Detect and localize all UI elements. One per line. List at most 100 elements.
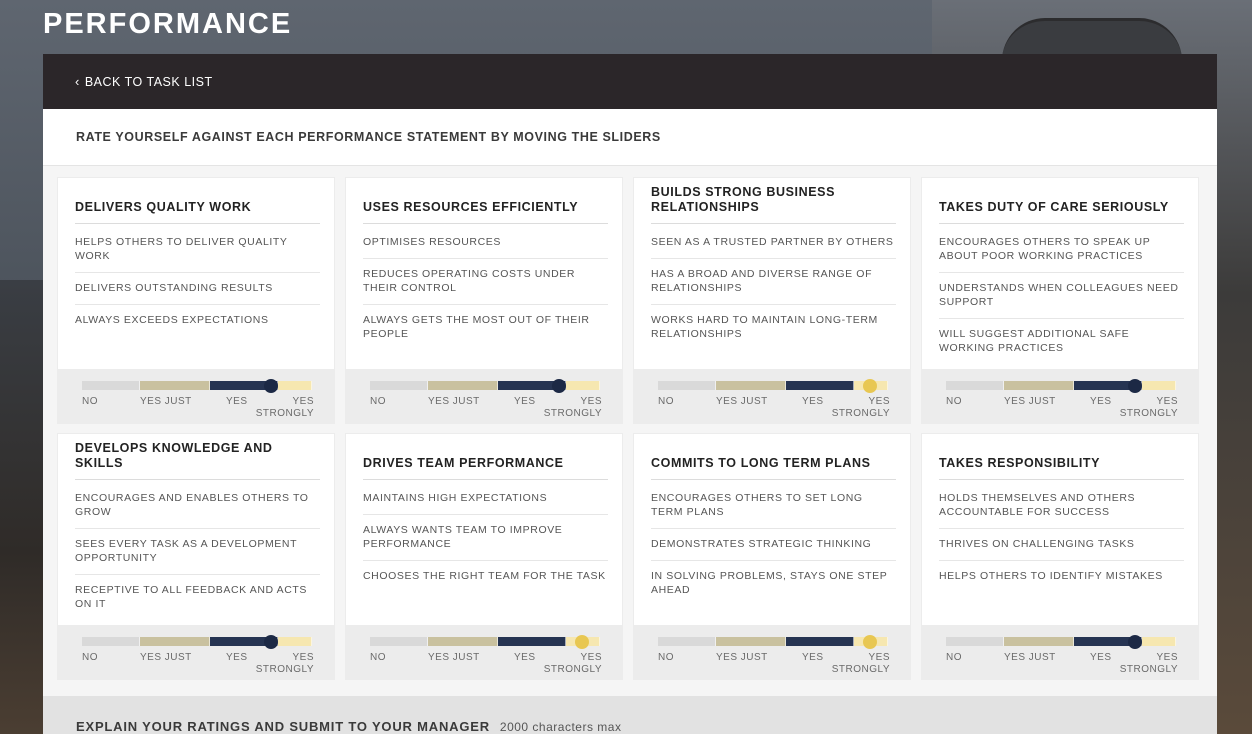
scale-label-yes-just: YES JUST [716, 396, 768, 407]
slider-track[interactable] [370, 637, 600, 646]
card-header: TAKES RESPONSIBILITY [939, 434, 1184, 480]
scale-label-yes-just: YES JUST [1004, 396, 1056, 407]
statement-item: THRIVES ON CHALLENGING TASKS [939, 537, 1184, 561]
slider-thumb[interactable] [1127, 379, 1142, 393]
slider-thumb[interactable] [1127, 635, 1142, 649]
scale-label-no: NO [82, 396, 98, 407]
slider-thumb[interactable] [263, 635, 278, 649]
slider-segment-no [946, 637, 1004, 646]
statement-list: MAINTAINS HIGH EXPECTATIONS ALWAYS WANTS … [363, 491, 608, 600]
scale-label-yes-strongly: YES STRONGLY [832, 396, 890, 420]
rating-card: DEVELOPS KNOWLEDGE AND SKILLS ENCOURAGES … [58, 434, 334, 679]
card-title: DRIVES TEAM PERFORMANCE [363, 456, 564, 470]
instructions-text: RATE YOURSELF AGAINST EACH PERFORMANCE S… [43, 109, 1217, 166]
scale-label-yes-strongly-line2: STRONGLY [255, 664, 314, 675]
slider-thumb[interactable] [574, 635, 589, 649]
slider-segment-no [82, 381, 140, 390]
scale-label-yes-strongly-line2: STRONGLY [255, 408, 314, 419]
slider-thumb[interactable] [263, 379, 278, 393]
statement-item: ENCOURAGES OTHERS TO SET LONG TERM PLANS [651, 491, 896, 529]
scale-label-no: NO [82, 652, 98, 663]
rating-slider[interactable]: NO YES JUST YES YES STRONGLY [58, 625, 334, 679]
scale-label-yes-just: YES JUST [140, 652, 192, 663]
rating-card: COMMITS TO LONG TERM PLANS ENCOURAGES OTH… [634, 434, 910, 679]
slider-track[interactable] [658, 381, 888, 390]
performance-panel: ‹ BACK TO TASK LIST RATE YOURSELF AGAINS… [43, 54, 1217, 734]
scale-label-yes: YES [1090, 396, 1112, 407]
slider-segment-just [716, 381, 786, 390]
scale-label-no: NO [370, 396, 386, 407]
scale-label-no: NO [658, 396, 674, 407]
slider-segment-no [658, 381, 716, 390]
rating-slider[interactable]: NO YES JUST YES YES STRONGLY [922, 625, 1198, 679]
slider-thumb[interactable] [862, 635, 877, 649]
submit-section-title: EXPLAIN YOUR RATINGS AND SUBMIT TO YOUR … [76, 719, 490, 734]
card-header: DELIVERS QUALITY WORK [75, 178, 320, 224]
card-header: USES RESOURCES EFFICIENTLY [363, 178, 608, 224]
slider-segment-just [1004, 381, 1074, 390]
card-header: BUILDS STRONG BUSINESS RELATIONSHIPS [651, 178, 896, 224]
scale-label-yes-strongly-line1: YES [868, 396, 890, 407]
slider-thumb[interactable] [551, 379, 566, 393]
scale-label-yes-strongly-line2: STRONGLY [831, 408, 890, 419]
statement-item: HAS A BROAD AND DIVERSE RANGE OF RELATIO… [651, 267, 896, 305]
statement-item: REDUCES OPERATING COSTS UNDER THEIR CONT… [363, 267, 608, 305]
slider-segment-strong [278, 381, 312, 390]
slider-segment-strong [278, 637, 312, 646]
scale-label-yes-strongly-line1: YES [292, 396, 314, 407]
scale-label-yes-strongly-line2: STRONGLY [543, 664, 602, 675]
scale-label-yes-strongly: YES STRONGLY [544, 652, 602, 676]
character-limit-hint: 2000 characters max [499, 720, 622, 734]
card-title: BUILDS STRONG BUSINESS RELATIONSHIPS [651, 185, 836, 214]
slider-thumb[interactable] [862, 379, 877, 393]
scale-label-yes-strongly-line2: STRONGLY [543, 408, 602, 419]
rating-slider[interactable]: NO YES JUST YES YES STRONGLY [58, 369, 334, 423]
scale-label-yes-just: YES JUST [428, 652, 480, 663]
scale-label-yes-just: YES JUST [716, 652, 768, 663]
scale-label-no: NO [946, 396, 962, 407]
scale-label-yes: YES [514, 396, 536, 407]
scale-label-yes-strongly-line1: YES [580, 652, 602, 663]
slider-segment-yes [786, 381, 854, 390]
background-left-structure [0, 280, 44, 734]
rating-slider[interactable]: NO YES JUST YES YES STRONGLY [634, 369, 910, 423]
slider-segment-just [140, 637, 210, 646]
scale-label-yes-strongly-line2: STRONGLY [831, 664, 890, 675]
statement-item: SEEN AS A TRUSTED PARTNER BY OTHERS [651, 235, 896, 259]
statement-item: DELIVERS OUTSTANDING RESULTS [75, 281, 320, 305]
statement-list: HOLDS THEMSELVES AND OTHERS ACCOUNTABLE … [939, 491, 1184, 600]
submit-section-header: EXPLAIN YOUR RATINGS AND SUBMIT TO YOUR … [43, 696, 1217, 734]
slider-segment-yes [498, 637, 566, 646]
rating-card: TAKES DUTY OF CARE SERIOUSLY ENCOURAGES O… [922, 178, 1198, 423]
statement-item: RECEPTIVE TO ALL FEEDBACK AND ACTS ON IT [75, 584, 308, 610]
rating-card: DRIVES TEAM PERFORMANCE MAINTAINS HIGH EX… [346, 434, 622, 679]
statement-item: UNDERSTANDS WHEN COLLEAGUES NEED SUPPORT [939, 281, 1184, 319]
statement-item: CHOOSES THE RIGHT TEAM FOR THE TASK [363, 570, 606, 582]
statement-item: IN SOLVING PROBLEMS, STAYS ONE STEP AHEA… [651, 570, 888, 596]
rating-slider[interactable]: NO YES JUST YES YES STRONGLY [346, 625, 622, 679]
card-title: TAKES RESPONSIBILITY [939, 456, 1101, 470]
statement-list: SEEN AS A TRUSTED PARTNER BY OTHERS HAS A… [651, 235, 896, 358]
slider-segment-no [658, 637, 716, 646]
statement-item: ALWAYS WANTS TEAM TO IMPROVE PERFORMANCE [363, 523, 608, 561]
rating-card: USES RESOURCES EFFICIENTLY OPTIMISES RESO… [346, 178, 622, 423]
slider-track[interactable] [658, 637, 888, 646]
rating-slider[interactable]: NO YES JUST YES YES STRONGLY [922, 369, 1198, 423]
scale-label-yes: YES [802, 652, 824, 663]
rating-slider[interactable]: NO YES JUST YES YES STRONGLY [634, 625, 910, 679]
slider-segment-strong [566, 381, 600, 390]
statement-list: OPTIMISES RESOURCES REDUCES OPERATING COS… [363, 235, 608, 358]
back-to-task-list-link[interactable]: ‹ BACK TO TASK LIST [75, 74, 213, 89]
scale-label-yes-strongly-line2: STRONGLY [1119, 664, 1178, 675]
card-title: DELIVERS QUALITY WORK [75, 200, 252, 214]
card-title: COMMITS TO LONG TERM PLANS [651, 456, 871, 470]
scale-label-yes-just: YES JUST [1004, 652, 1056, 663]
top-bar: ‹ BACK TO TASK LIST [43, 54, 1217, 109]
scale-label-yes-strongly-line1: YES [1156, 396, 1178, 407]
rating-slider[interactable]: NO YES JUST YES YES STRONGLY [346, 369, 622, 423]
scale-label-yes-just: YES JUST [140, 396, 192, 407]
page-title: PERFORMANCE [43, 8, 293, 40]
statement-item: WORKS HARD TO MAINTAIN LONG-TERM RELATIO… [651, 314, 878, 340]
card-header: COMMITS TO LONG TERM PLANS [651, 434, 896, 480]
scale-label-yes-strongly-line2: STRONGLY [1119, 408, 1178, 419]
